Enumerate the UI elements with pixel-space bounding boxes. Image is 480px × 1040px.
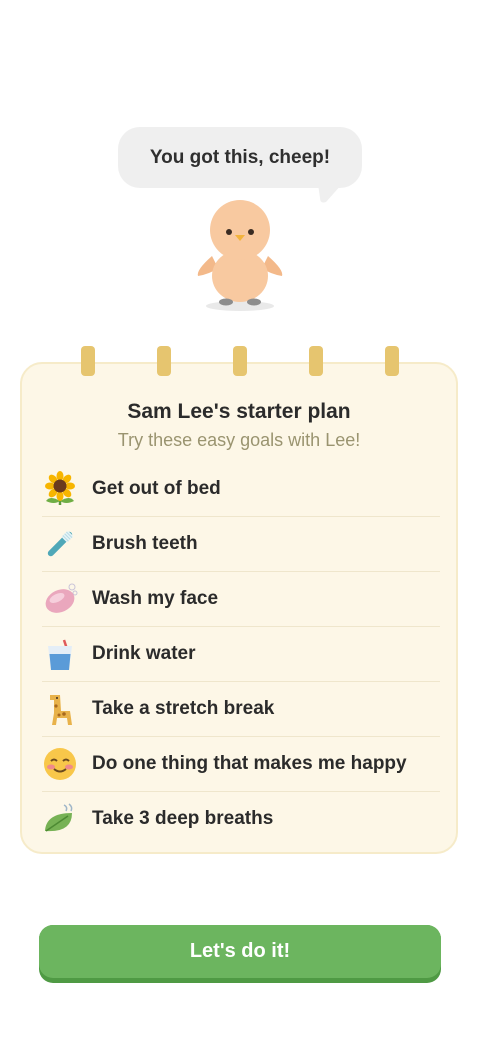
toothbrush-icon bbox=[42, 526, 78, 562]
goal-item: Take a stretch break bbox=[42, 682, 440, 737]
sunflower-icon bbox=[42, 471, 78, 507]
mascot-speech-bubble: You got this, cheep! bbox=[118, 127, 362, 188]
speech-bubble-tail bbox=[318, 184, 342, 203]
lets-do-it-button-face[interactable]: Let's do it! bbox=[39, 925, 441, 978]
chick-mascot-icon bbox=[197, 200, 283, 311]
notepad-binder-rings bbox=[0, 346, 480, 378]
water-glass-icon bbox=[42, 636, 78, 672]
binder-ring bbox=[157, 346, 171, 376]
plan-title: Sam Lee's starter plan bbox=[127, 400, 351, 423]
binder-ring bbox=[81, 346, 95, 376]
goal-item: Do one thing that makes me happy bbox=[42, 737, 440, 792]
goal-label: Take 3 deep breaths bbox=[92, 808, 274, 829]
goal-item: Wash my face bbox=[42, 572, 440, 627]
giraffe-icon bbox=[42, 691, 78, 727]
goal-item: Drink water bbox=[42, 627, 440, 682]
goal-label: Drink water bbox=[92, 643, 196, 664]
leaf-wind-icon bbox=[42, 801, 78, 837]
goal-item: Brush teeth bbox=[42, 517, 440, 572]
binder-ring bbox=[385, 346, 399, 376]
goal-label: Take a stretch break bbox=[92, 698, 275, 719]
goal-label: Brush teeth bbox=[92, 533, 198, 554]
goal-item: Get out of bed bbox=[42, 462, 440, 517]
mascot-speech-text: You got this, cheep! bbox=[149, 146, 331, 168]
soap-icon bbox=[42, 581, 78, 617]
goal-label: Wash my face bbox=[92, 588, 219, 609]
goal-label: Get out of bed bbox=[92, 478, 221, 499]
binder-ring bbox=[233, 346, 247, 376]
goal-item: Take 3 deep breaths bbox=[42, 792, 440, 846]
goal-list: Get out of bed Brush teeth Wash my face … bbox=[42, 462, 440, 846]
lets-do-it-button[interactable]: Let's do it! bbox=[39, 925, 441, 983]
lets-do-it-button-label: Let's do it! bbox=[189, 940, 291, 962]
smiling-face-icon bbox=[42, 746, 78, 782]
plan-subtitle: Try these easy goals with Lee! bbox=[117, 430, 361, 450]
goal-label: Do one thing that makes me happy bbox=[92, 753, 407, 774]
starter-plan-card: Sam Lee's starter plan Try these easy go… bbox=[20, 362, 458, 854]
binder-ring bbox=[309, 346, 323, 376]
onboarding-plan-screen: You got this, cheep! Sam Lee's starter p… bbox=[0, 0, 480, 1040]
